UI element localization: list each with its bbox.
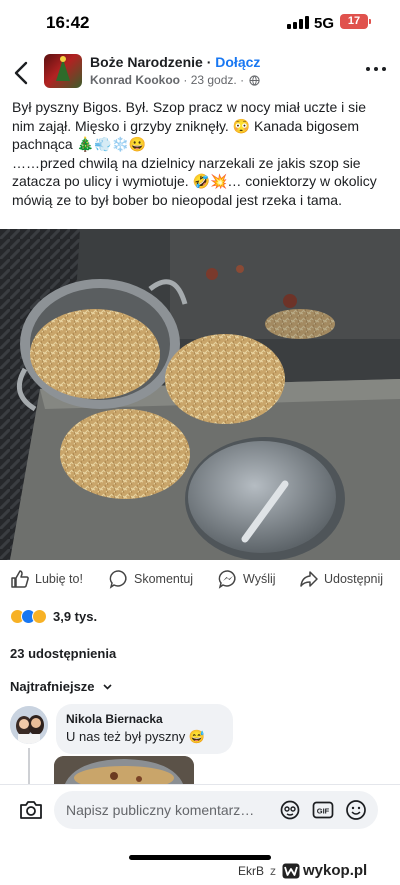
avatar-illustration	[10, 706, 48, 744]
battery-icon: 17	[340, 14, 368, 29]
comment-photo[interactable]	[54, 756, 194, 786]
wykop-logo-icon	[282, 863, 300, 878]
watermark-author: EkrB	[238, 863, 265, 878]
thread-line	[28, 748, 30, 786]
globe-icon	[249, 75, 261, 86]
home-indicator[interactable]	[129, 855, 271, 860]
christmas-tree-icon	[56, 59, 70, 81]
post-text: Był pyszny Bigos. Był. Szop pracz w nocy…	[12, 98, 392, 209]
status-bar: 16:42 5G 17	[0, 0, 400, 48]
post-photo[interactable]	[0, 229, 400, 560]
wykop-watermark: EkrB z wykop.pl	[238, 862, 367, 879]
comment-bubble[interactable]: Nikola Biernacka U nas też był pyszny 😅	[56, 704, 233, 754]
camera-icon	[20, 801, 42, 819]
camera-button[interactable]	[18, 799, 44, 821]
send-button[interactable]: Wyślij	[218, 567, 276, 591]
comment-photo-illustration	[54, 756, 194, 786]
watermark-brand: wykop.pl	[303, 862, 368, 879]
comment-sort-dropdown[interactable]: Najtrafniejsze	[10, 679, 112, 694]
comment-composer: GIF	[0, 784, 400, 834]
comment-label: Skomentuj	[134, 572, 194, 586]
status-time: 16:42	[46, 13, 90, 32]
comment-button[interactable]: Skomentuj	[109, 567, 193, 591]
title-separator: ·	[206, 54, 212, 70]
post-header: Boże Narodzenie · Dołącz Konrad Kookoo ·…	[0, 50, 400, 96]
commenter-name[interactable]: Nikola Biernacka	[66, 712, 223, 726]
chevron-left-icon	[14, 61, 28, 85]
group-title-row: Boże Narodzenie · Dołącz	[90, 54, 260, 70]
commenter-avatar[interactable]	[10, 706, 48, 744]
signal-icon	[287, 16, 309, 29]
post-photo-illustration	[0, 229, 400, 560]
share-count[interactable]: 23 udostępnienia	[10, 646, 116, 661]
share-arrow-icon	[300, 571, 318, 587]
thumbs-up-icon	[11, 570, 29, 588]
post-text-paragraph-2: ……przed chwilą na dzielnicy narzekali ze…	[12, 154, 381, 208]
meta-separator: ·	[183, 73, 188, 87]
post-actions: Lubię to! Skomentuj Wyślij Udostępnij	[0, 565, 400, 593]
share-label: Udostępnij	[324, 572, 384, 586]
send-label: Wyślij	[243, 572, 276, 586]
post-author[interactable]: Konrad Kookoo	[90, 73, 180, 87]
post-meta: Konrad Kookoo · 23 godz. ·	[90, 73, 261, 87]
meta-separator-2: ·	[240, 73, 245, 87]
reaction-count: 3,9 tys.	[53, 608, 98, 624]
comment-bubble-icon	[109, 570, 127, 589]
like-button[interactable]: Lubię to!	[10, 567, 83, 591]
back-button[interactable]	[10, 60, 34, 86]
star-icon	[60, 56, 66, 62]
emoji-button[interactable]	[345, 799, 367, 821]
join-button[interactable]: Dołącz	[215, 54, 260, 70]
gif-button[interactable]: GIF	[312, 799, 334, 821]
smiley-icon	[346, 800, 366, 820]
battery-tip	[369, 19, 371, 24]
chevron-down-icon	[102, 683, 112, 690]
watermark-separator: z	[270, 863, 277, 878]
sort-label: Najtrafniejsze	[10, 679, 95, 694]
like-label: Lubię to!	[35, 572, 83, 586]
group-name[interactable]: Boże Narodzenie	[90, 54, 203, 70]
gif-label: GIF	[317, 807, 330, 816]
wow-reaction-icon	[32, 608, 47, 624]
avatar-sticker-button[interactable]	[279, 799, 301, 821]
reactions-summary[interactable]: 3,9 tys.	[10, 606, 97, 626]
avatar-sticker-icon	[280, 800, 300, 820]
gif-icon: GIF	[312, 801, 334, 819]
wykop-logo: wykop.pl	[282, 862, 367, 879]
post-time[interactable]: 23 godz.	[191, 73, 237, 87]
post-text-paragraph-1: Był pyszny Bigos. Był. Szop pracz w nocy…	[12, 99, 370, 152]
network-type: 5G	[314, 15, 335, 32]
group-avatar[interactable]	[44, 54, 82, 88]
messenger-icon	[218, 570, 236, 589]
more-options-button[interactable]	[366, 62, 388, 76]
comment-text: U nas też był pyszny 😅	[66, 729, 206, 744]
share-button[interactable]: Udostępnij	[299, 567, 383, 591]
